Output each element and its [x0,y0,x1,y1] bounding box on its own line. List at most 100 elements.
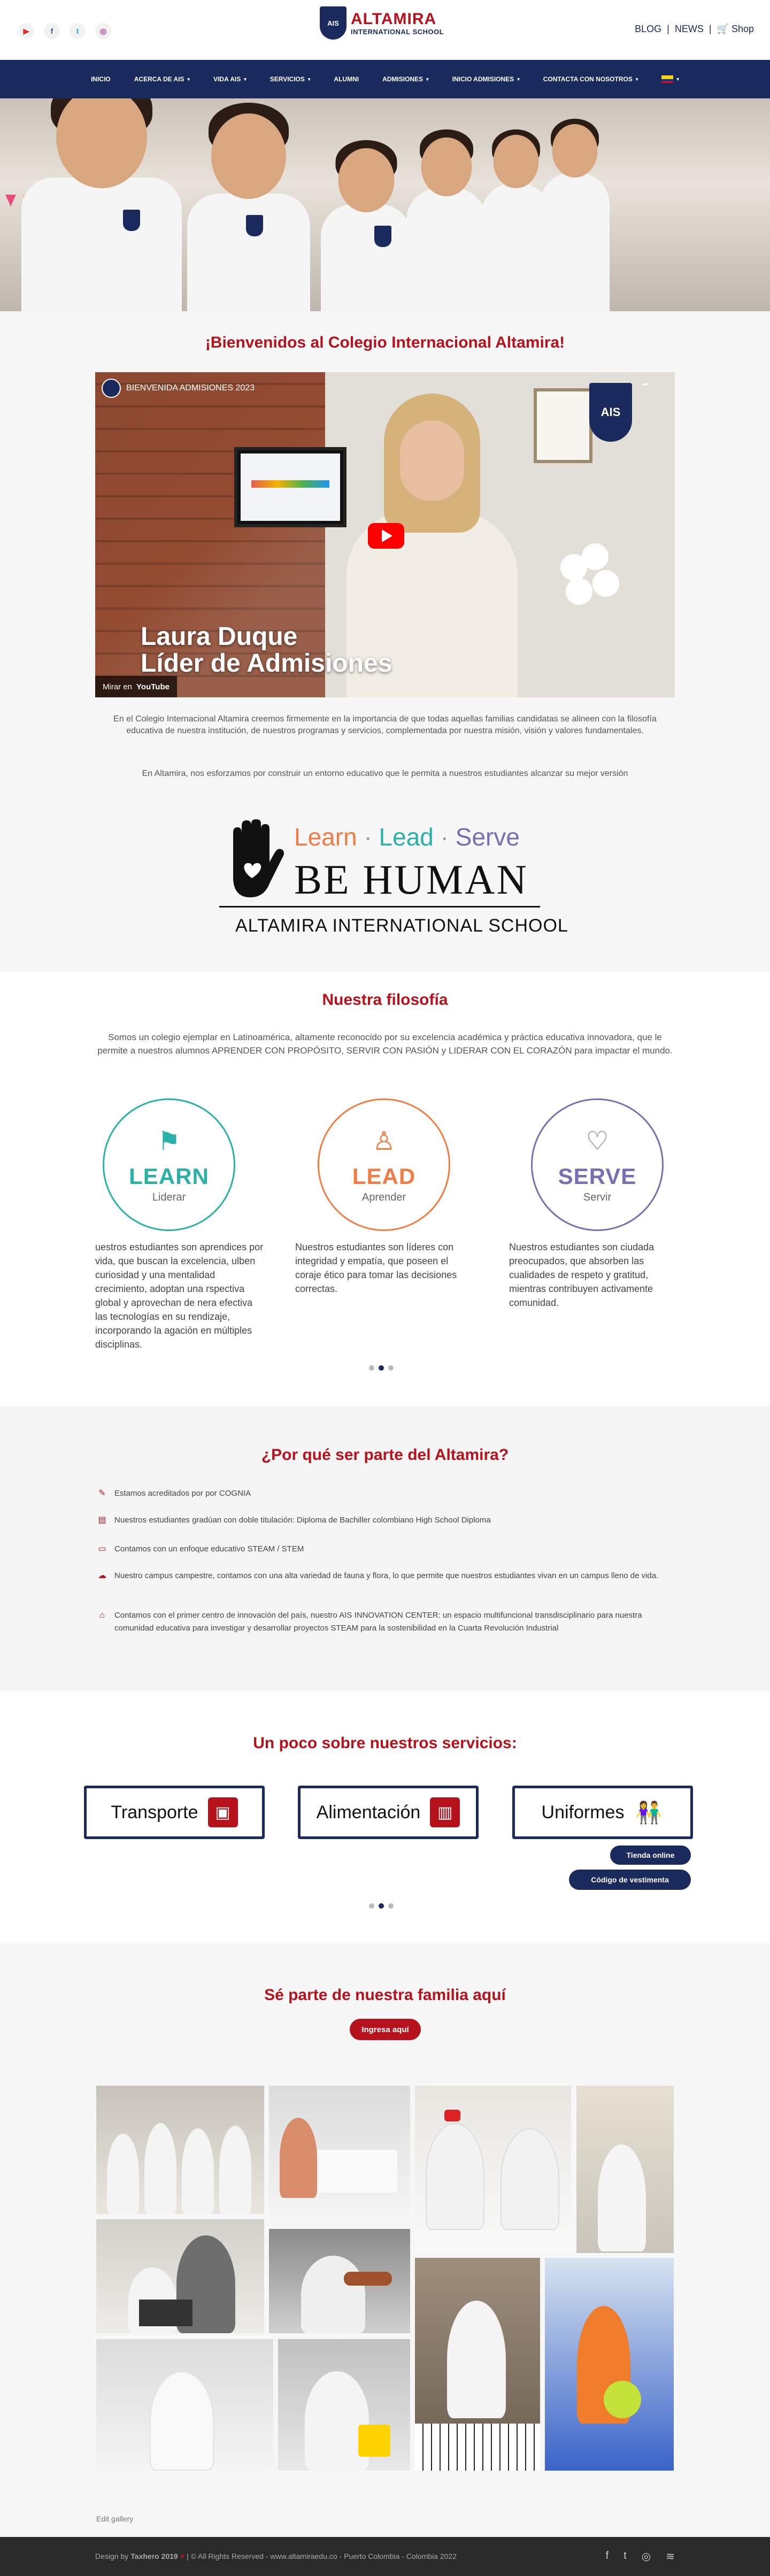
designer-link[interactable]: Taxhero 2019 [130,2552,178,2560]
nav-item-contacto[interactable]: CONTACTA CON NOSOTROS ▾ [543,75,638,83]
carousel-dot[interactable] [369,1903,374,1909]
innovation-icon: ⌂ [99,1611,105,1620]
instagram-icon[interactable]: ◎ [95,23,111,39]
facebook-icon[interactable]: f [606,2550,609,2563]
carousel-dot[interactable] [379,1903,384,1909]
gallery-photo[interactable] [96,2219,264,2333]
carousel-dots [369,1903,394,1909]
service-uniformes[interactable]: Uniformes 👫 [512,1786,693,1839]
gallery-photo[interactable] [415,2258,540,2471]
family-title: Sé parte de nuestra familia aquí [264,1986,506,2004]
pillar-lead: ♙ LEAD Aprender [318,1098,450,1231]
nav-item-acerca[interactable]: ACERCA DE AIS ▾ [134,75,190,83]
top-links: BLOG | NEWS | 🛒 Shop [635,24,754,35]
main-nav: INICIO ACERCA DE AIS ▾ VIDA AIS ▾ SERVICIO… [0,60,770,98]
carousel-dot[interactable] [369,1365,374,1371]
shop-link[interactable]: 🛒 Shop [717,24,754,35]
why-section: ¿Por qué ser parte del Altamira? ✎ Estamo… [0,1406,770,1691]
flag-icon: ⚑ [157,1127,181,1156]
footer-copyright: Design by Taxhero 2019 ♥ | © All Rights … [95,2552,457,2560]
orchid-decoration [560,543,625,608]
instagram-icon[interactable]: ◎ [642,2550,651,2563]
twitter-icon[interactable]: t [623,2550,627,2563]
separator: | [667,24,669,34]
channel-avatar [102,379,121,398]
gallery-photo[interactable] [96,2339,273,2471]
ingresa-button[interactable]: Ingresa aquí [350,2019,421,2040]
person-icon: ♙ [372,1127,396,1156]
carousel-dot[interactable] [379,1365,384,1371]
video-overlay-text: Laura Duque Líder de Admisiones [141,622,392,678]
gallery-photo[interactable] [96,2086,264,2214]
news-link[interactable]: NEWS [675,24,704,35]
service-alimentacion[interactable]: Alimentación ▥ [298,1786,479,1839]
chevron-down-icon: ▾ [426,76,429,82]
student-figure [187,103,310,311]
share-button[interactable]: ➦ [642,380,648,389]
monitor-image [234,447,346,527]
nav-item-admisiones[interactable]: ADMISIONES ▾ [382,75,429,83]
dress-code-button[interactable]: Código de vestimenta [569,1870,691,1890]
campus-icon: ☁ [98,1571,106,1580]
why-item: ⌂ Contamos con el primer centro de innova… [96,1609,674,1635]
welcome-section: ¡Bienvenidos al Colegio Internacional Al… [0,311,770,972]
service-transporte[interactable]: Transporte ▣ [84,1786,265,1839]
learn-lead-serve: Learn · Lead · Serve [294,823,520,851]
carousel-dot[interactable] [388,1365,394,1371]
rss-icon[interactable]: ≋ [666,2550,675,2563]
accreditation-icon: ✎ [98,1489,106,1498]
language-selector[interactable]: ▾ [661,75,679,83]
chevron-down-icon: ▾ [187,76,190,82]
video-player[interactable]: BIENVENIDA ADMISIONES 2023 AIS ➦ Laura D… [95,372,675,697]
nav-item-vida[interactable]: VIDA AIS ▾ [213,75,247,83]
nav-item-servicios[interactable]: SERVICIOS ▾ [270,75,311,83]
services-section: Un poco sobre nuestros servicios: Transp… [0,1691,770,1943]
gallery-photo[interactable] [576,2086,674,2253]
footer: Design by Taxhero 2019 ♥ | © All Rights … [0,2537,770,2576]
carousel-dot[interactable] [388,1903,394,1909]
student-figure [21,98,182,311]
play-button[interactable] [368,523,404,549]
cart-icon: 🛒 [717,24,729,34]
be-human-text: BE HUMAN [294,856,528,903]
student-figure [321,140,412,311]
helping-hand-icon: ♡ [586,1127,609,1156]
logo-shield-icon: AIS [320,6,346,40]
video-logo: AIS [589,383,632,442]
watch-on-youtube[interactable]: Mirar en YouTube [95,676,177,697]
gallery-photo[interactable] [545,2258,674,2471]
video-title[interactable]: BIENVENIDA ADMISIONES 2023 [102,379,255,398]
pillar-text: Nuestros estudiantes son ciudada preocup… [509,1242,654,1308]
gallery-photo[interactable] [269,2229,410,2333]
welcome-title: ¡Bienvenidos al Colegio Internacional Al… [205,334,565,351]
welcome-paragraph: En el Colegio Internacional Altamira cre… [113,714,657,735]
facebook-icon[interactable]: f [44,23,60,39]
youtube-icon[interactable]: ▶ [18,23,34,39]
nav-item-alumni[interactable]: ALUMNI [334,75,359,83]
philosophy-title: Nuestra filosofía [322,991,448,1009]
student-figure [540,119,610,311]
twitter-icon[interactable]: t [70,23,86,39]
wall-frame [534,388,592,463]
blog-link[interactable]: BLOG [635,24,661,35]
gallery-photo[interactable] [269,2086,410,2224]
gallery-photo[interactable] [278,2339,410,2471]
shop-label: Shop [731,24,754,34]
pillar-serve: ♡ SERVE Servir [531,1098,664,1231]
philosophy-intro: Somos un colegio ejemplar en Latinoaméri… [97,1032,673,1056]
nav-item-inicio-admisiones[interactable]: INICIO ADMISIONES ▾ [452,75,520,83]
hand-heart-icon [233,819,284,897]
pillar-text: Nuestros estudiantes son líderes con int… [295,1242,457,1294]
online-shop-button[interactable]: Tienda online [610,1846,691,1865]
diploma-icon: ▤ [98,1516,106,1525]
nav-item-inicio[interactable]: INICIO [91,75,111,83]
why-item: ▭ Contamos con un enfoque educativo STEAM… [96,1543,674,1556]
site-logo[interactable]: AIS ALTAMIRA INTERNATIONAL SCHOOL [320,6,444,40]
edit-gallery-link[interactable]: Edit gallery [96,2515,133,2523]
gallery-photo[interactable] [415,2086,571,2253]
student-figure [406,129,487,311]
chevron-down-icon: ▾ [517,76,520,82]
youtube-icon: YouTube [136,682,170,691]
chevron-down-icon: ▾ [244,76,247,82]
pillar-text: uestros estudiantes son aprendices por v… [95,1242,264,1350]
